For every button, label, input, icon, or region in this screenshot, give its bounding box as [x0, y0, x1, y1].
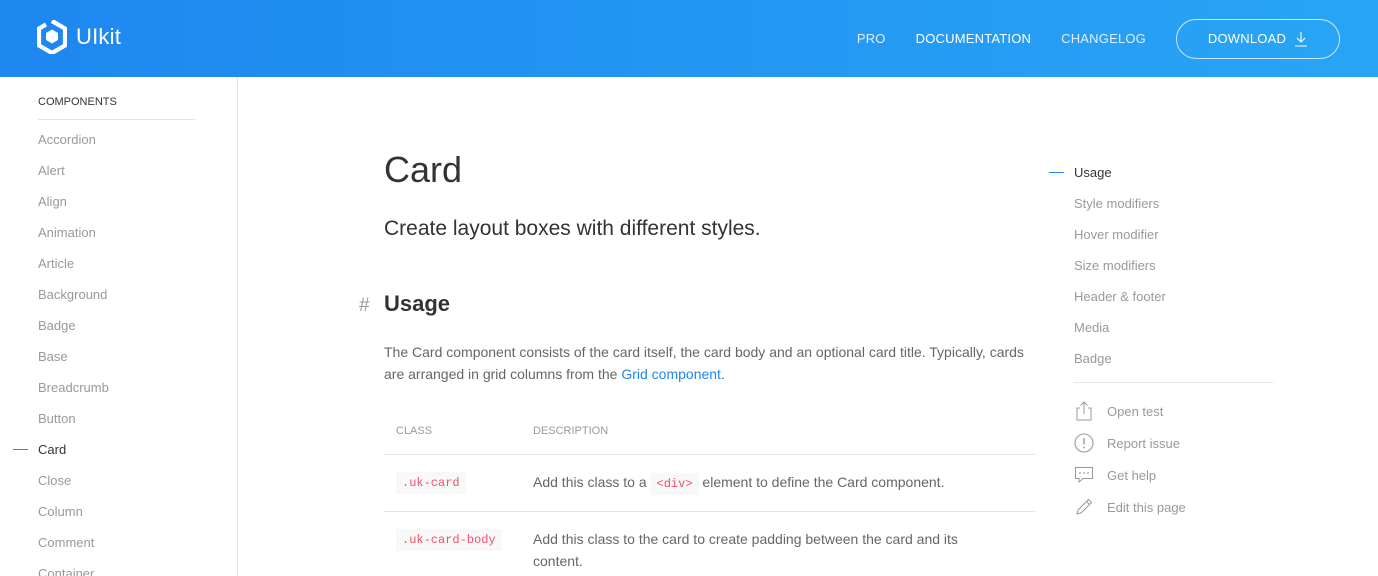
download-label: DOWNLOAD [1207, 31, 1287, 46]
sidebar-item-background[interactable]: Background [0, 279, 237, 310]
desc-text: Add this class to the card to create pad… [533, 531, 958, 569]
grid-component-link[interactable]: Grid component [621, 366, 721, 382]
sidebar-item-breadcrumb[interactable]: Breadcrumb [0, 372, 237, 403]
top-navbar: UIkit PRO DOCUMENTATION CHANGELOG DOWNLO… [0, 0, 1378, 77]
section-title-usage: Usage [384, 291, 451, 316]
table-cell-description: Add this class to the card to create pad… [533, 528, 1036, 572]
brand-logo[interactable]: UIkit [37, 20, 121, 54]
download-button[interactable]: DOWNLOAD [1176, 18, 1340, 59]
pencil-icon [1076, 498, 1093, 515]
sidebar-header: COMPONENTS [38, 96, 196, 120]
top-nav: PRO DOCUMENTATION CHANGELOG DOWNLOAD [827, 0, 1340, 77]
section-anchor-link[interactable]: # [359, 295, 370, 317]
toc-item-style-modifiers[interactable]: Style modifiers [1049, 194, 1273, 225]
usage-paragraph: The Card component consists of the card … [384, 341, 1034, 385]
class-table: CLASS DESCRIPTION .uk-card Add this clas… [384, 407, 1036, 576]
nav-link-pro[interactable]: PRO [857, 31, 886, 46]
components-sidebar: COMPONENTS Accordion Alert Align Animati… [0, 77, 238, 576]
toc-item-hover-modifier[interactable]: Hover modifier [1049, 225, 1273, 256]
desc-text-end: element to define the Card component. [698, 474, 945, 490]
desc-text: Add this class to a [533, 474, 651, 490]
page-title: Card [384, 149, 463, 190]
usage-paragraph-end: . [720, 366, 725, 382]
report-issue-link[interactable]: Report issue [1049, 427, 1273, 459]
class-code: .uk-card [396, 472, 466, 494]
table-header: CLASS DESCRIPTION [384, 407, 1036, 455]
table-header-class: CLASS [396, 424, 433, 437]
table-row: .uk-card Add this class to a <div> eleme… [384, 455, 1036, 512]
nav-link-documentation[interactable]: DOCUMENTATION [916, 31, 1032, 46]
sidebar-item-column[interactable]: Column [0, 496, 237, 527]
toc-divider [1074, 382, 1273, 383]
comment-icon [1075, 467, 1093, 484]
get-help-label: Get help [1107, 467, 1157, 483]
get-help-link[interactable]: Get help [1049, 459, 1273, 491]
brand-name: UIkit [76, 24, 121, 49]
sidebar-item-card[interactable]: Card [0, 434, 237, 465]
toc-item-media[interactable]: Media [1049, 318, 1273, 349]
sidebar-item-align[interactable]: Align [0, 186, 237, 217]
table-row: .uk-card-body Add this class to the card… [384, 512, 1036, 576]
sidebar-item-animation[interactable]: Animation [0, 217, 237, 248]
sidebar-item-container[interactable]: Container [0, 558, 237, 576]
sidebar-item-close[interactable]: Close [0, 465, 237, 496]
toc-item-usage[interactable]: Usage [1049, 163, 1273, 194]
sidebar-item-accordion[interactable]: Accordion [0, 124, 237, 155]
sidebar-item-badge[interactable]: Badge [0, 310, 237, 341]
edit-page-label: Edit this page [1107, 499, 1186, 515]
page-lead: Create layout boxes with different style… [384, 217, 761, 240]
warning-icon [1074, 433, 1094, 453]
download-icon [1295, 31, 1308, 47]
toc-item-header-footer[interactable]: Header & footer [1049, 287, 1273, 318]
sidebar-list: Accordion Alert Align Animation Article … [0, 124, 237, 576]
report-issue-label: Report issue [1107, 435, 1180, 451]
class-code: .uk-card-body [396, 529, 502, 551]
sidebar-item-alert[interactable]: Alert [0, 155, 237, 186]
toc-item-size-modifiers[interactable]: Size modifiers [1049, 256, 1273, 287]
share-icon [1076, 401, 1092, 421]
uikit-logo-icon [37, 20, 67, 54]
sidebar-item-article[interactable]: Article [0, 248, 237, 279]
open-test-link[interactable]: Open test [1049, 395, 1273, 427]
table-cell-description: Add this class to a <div> element to def… [533, 471, 1036, 495]
page-toc: Usage Style modifiers Hover modifier Siz… [1049, 163, 1273, 523]
toc-item-badge[interactable]: Badge [1049, 349, 1273, 380]
table-cell-class: .uk-card [384, 471, 533, 495]
table-cell-class: .uk-card-body [384, 528, 533, 572]
sidebar-item-comment[interactable]: Comment [0, 527, 237, 558]
table-header-description: DESCRIPTION [533, 424, 609, 437]
nav-link-changelog[interactable]: CHANGELOG [1061, 31, 1146, 46]
edit-page-link[interactable]: Edit this page [1049, 491, 1273, 523]
sidebar-item-base[interactable]: Base [0, 341, 237, 372]
open-test-label: Open test [1107, 403, 1164, 419]
inline-code: <div> [650, 473, 699, 495]
sidebar-item-button[interactable]: Button [0, 403, 237, 434]
